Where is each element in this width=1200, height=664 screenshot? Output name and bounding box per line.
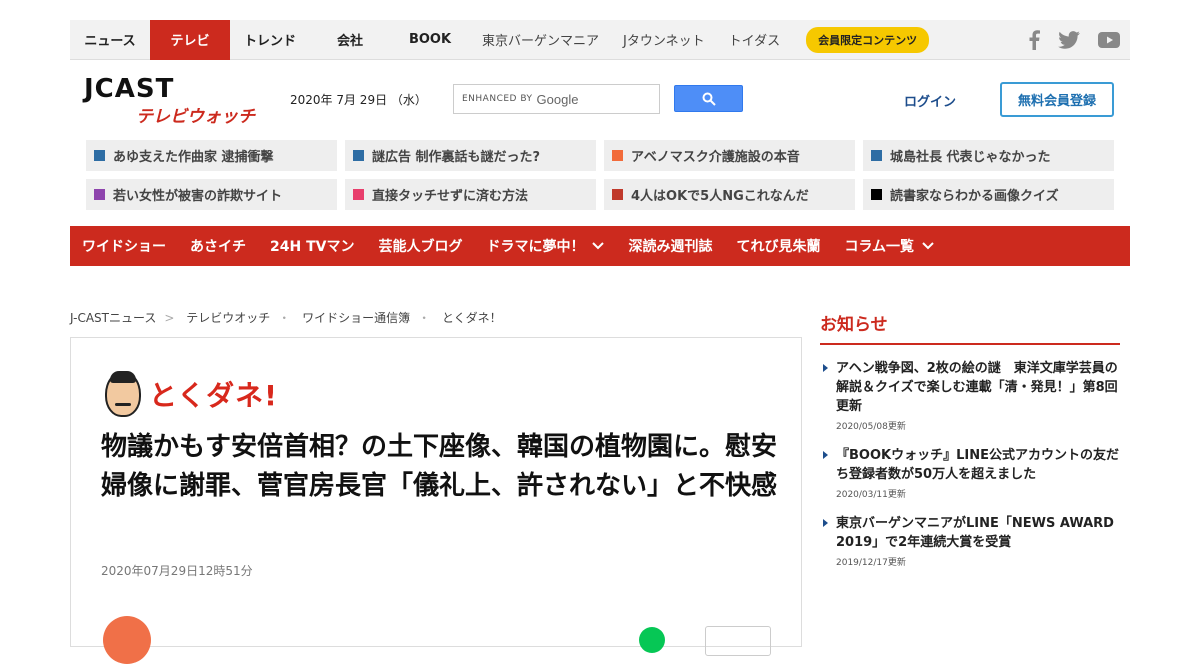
- trending-marker: [353, 150, 364, 161]
- trending-label: 城島社長 代表じゃなかった: [890, 150, 1051, 165]
- nav-item-24h[interactable]: 24H TVマン: [270, 236, 354, 256]
- sub-link-jtown[interactable]: Jタウンネット: [611, 30, 717, 49]
- breadcrumb-item[interactable]: J-CASTニュース: [70, 311, 156, 325]
- trending-marker: [94, 150, 105, 161]
- trending-label: 謎広告 制作裏話も謎だった?: [372, 150, 541, 165]
- search-input[interactable]: ENHANCED BY Google: [453, 84, 660, 114]
- search-enhanced-label: ENHANCED BY: [462, 94, 533, 104]
- nav-item-wideshow[interactable]: ワイドショー: [82, 236, 166, 256]
- site-header: JCAST テレビウォッチ 2020年 7月 29日 （水） ENHANCED …: [70, 60, 1130, 140]
- trending-label: あゆ支えた作曲家 逮捕衝撃: [113, 150, 274, 165]
- social-links: [1028, 29, 1130, 50]
- nav-label: 深読み週刊誌: [628, 239, 713, 255]
- trending-marker: [871, 189, 882, 200]
- nav-item-weekly[interactable]: 深読み週刊誌: [628, 236, 712, 256]
- trending-marker: [612, 150, 623, 161]
- nav-item-terebi[interactable]: てれび見朱蘭: [736, 236, 820, 256]
- trending-label: 若い女性が被害の詐欺サイト: [113, 189, 283, 204]
- sub-link-toidasu[interactable]: トイダス: [717, 30, 792, 49]
- nav-label: ワイドショー: [82, 239, 166, 255]
- host-face-icon: [105, 371, 141, 417]
- notice-date: 2020/05/08更新: [836, 422, 906, 432]
- member-content-button[interactable]: 会員限定コンテンツ: [806, 26, 930, 53]
- sidebar-heading: お知らせ: [820, 310, 1120, 345]
- sidebar-notices: お知らせ アヘン戦争図、2枚の絵の謎 東洋文庫学芸員の解説＆クイズで楽しむ連載「…: [820, 310, 1120, 582]
- chevron-down-icon: [592, 242, 605, 250]
- trending-item[interactable]: 読書家ならわかる画像クイズ: [863, 179, 1114, 210]
- search-icon: [702, 92, 716, 106]
- tab-tv[interactable]: テレビ: [150, 19, 230, 60]
- trending-item[interactable]: 直接タッチせずに済む方法: [345, 179, 596, 210]
- trending-links: あゆ支えた作曲家 逮捕衝撃 謎広告 制作裏話も謎だった? アベノマスク介護施設の…: [86, 140, 1114, 210]
- twitter-icon[interactable]: [1058, 30, 1080, 49]
- show-name: とくダネ!: [149, 379, 278, 412]
- chevron-down-icon: [922, 242, 934, 250]
- breadcrumb-item[interactable]: ワイドショー通信簿: [302, 311, 410, 325]
- nav-item-columns[interactable]: コラム一覧: [844, 236, 934, 256]
- trending-label: 読書家ならわかる画像クイズ: [890, 189, 1059, 204]
- notice-list: アヘン戦争図、2枚の絵の謎 東洋文庫学芸員の解説＆クイズで楽しむ連載「清・発見！…: [820, 359, 1120, 568]
- category-nav: ワイドショー あさイチ 24H TVマン 芸能人ブログ ドラマに夢中！ 深読み週…: [70, 226, 1130, 266]
- trending-label: 直接タッチせずに済む方法: [372, 189, 529, 204]
- current-date: 2020年 7月 29日 （水）: [290, 93, 427, 107]
- notice-item[interactable]: 東京バーゲンマニアがLINE「NEWS AWARD 2019」で2年連続大賞を受…: [820, 514, 1120, 568]
- nav-item-drama[interactable]: ドラマに夢中！: [486, 236, 605, 256]
- notice-date: 2019/12/17更新: [836, 558, 906, 568]
- breadcrumb: J-CASTニュース > テレビウオッチ・ ワイドショー通信簿・ とくダネ！: [70, 309, 502, 326]
- youtube-icon[interactable]: [1098, 31, 1120, 48]
- trending-marker: [94, 189, 105, 200]
- breadcrumb-separator: ・: [278, 311, 291, 325]
- nav-item-asaichi[interactable]: あさイチ: [190, 236, 246, 256]
- login-link[interactable]: ログイン: [904, 91, 956, 110]
- trending-marker: [871, 150, 882, 161]
- breadcrumb-separator: >: [164, 311, 175, 325]
- trending-item[interactable]: 4人はOKで5人NGこれなんだ: [604, 179, 855, 210]
- nav-item-celeb-blog[interactable]: 芸能人ブログ: [378, 236, 462, 256]
- trending-item[interactable]: 謎広告 制作裏話も謎だった?: [345, 140, 596, 171]
- trending-marker: [612, 189, 623, 200]
- trending-label: アベノマスク介護施設の本音: [631, 150, 800, 165]
- line-share-icon[interactable]: [639, 627, 665, 653]
- notice-item[interactable]: 『BOOKウォッチ』LINE公式アカウントの友だち登録者数が50万人を超えました…: [820, 446, 1120, 500]
- notice-date: 2020/03/11更新: [836, 490, 906, 500]
- share-button[interactable]: [705, 626, 771, 656]
- search-google-label: Google: [536, 91, 579, 107]
- trending-item[interactable]: あゆ支えた作曲家 逮捕衝撃: [86, 140, 337, 171]
- trending-item[interactable]: 城島社長 代表じゃなかった: [863, 140, 1114, 171]
- trending-marker: [353, 189, 364, 200]
- logo-jcast: JCAST: [84, 74, 175, 104]
- nav-label: てれび見朱蘭: [736, 239, 821, 255]
- nav-label: ドラマに夢中！: [486, 239, 585, 255]
- search-button[interactable]: [674, 85, 743, 112]
- show-logo[interactable]: とくダネ!: [105, 370, 278, 418]
- trending-item[interactable]: 若い女性が被害の詐欺サイト: [86, 179, 337, 210]
- sub-link-bargain[interactable]: 東京バーゲンマニア: [470, 30, 611, 49]
- logo-tvwatch: テレビウォッチ: [136, 107, 255, 127]
- nav-label: あさイチ: [190, 239, 246, 255]
- register-button[interactable]: 無料会員登録: [1000, 82, 1114, 117]
- breadcrumb-item[interactable]: テレビウオッチ: [186, 311, 270, 325]
- notice-title: 東京バーゲンマニアがLINE「NEWS AWARD 2019」で2年連続大賞を受…: [836, 516, 1114, 550]
- breadcrumb-item[interactable]: とくダネ！: [442, 311, 502, 325]
- article-title: 物議かもす安倍首相？の土下座像、韓国の植物園に。慰安婦像に謝罪、菅官房長官「儀礼…: [101, 432, 778, 501]
- author-avatar[interactable]: [103, 616, 151, 664]
- tab-book[interactable]: BOOK: [390, 20, 470, 60]
- notice-title: 『BOOKウォッチ』LINE公式アカウントの友だち登録者数が50万人を超えました: [836, 448, 1119, 482]
- tab-news[interactable]: ニュース: [70, 20, 150, 60]
- tab-company[interactable]: 会社: [310, 20, 390, 60]
- article-card: とくダネ! 物議かもす安倍首相？の土下座像、韓国の植物園に。慰安婦像に謝罪、菅官…: [70, 337, 802, 664]
- nav-label: 24H TVマン: [270, 239, 355, 255]
- nav-label: コラム一覧: [844, 239, 915, 255]
- trending-item[interactable]: アベノマスク介護施設の本音: [604, 140, 855, 171]
- trending-label: 4人はOKで5人NGこれなんだ: [631, 189, 809, 204]
- article-date: 2020年07月29日12時51分: [101, 564, 253, 578]
- tab-trend[interactable]: トレンド: [230, 20, 310, 60]
- facebook-icon[interactable]: [1028, 29, 1040, 50]
- breadcrumb-separator: ・: [418, 311, 431, 325]
- nav-label: 芸能人ブログ: [378, 239, 463, 255]
- site-logo[interactable]: JCAST テレビウォッチ: [84, 74, 269, 127]
- notice-item[interactable]: アヘン戦争図、2枚の絵の謎 東洋文庫学芸員の解説＆クイズで楽しむ連載「清・発見！…: [820, 359, 1120, 432]
- notice-title: アヘン戦争図、2枚の絵の謎 東洋文庫学芸員の解説＆クイズで楽しむ連載「清・発見！…: [836, 361, 1118, 414]
- top-nav: ニュース テレビ トレンド 会社 BOOK 東京バーゲンマニア Jタウンネット …: [70, 19, 1130, 60]
